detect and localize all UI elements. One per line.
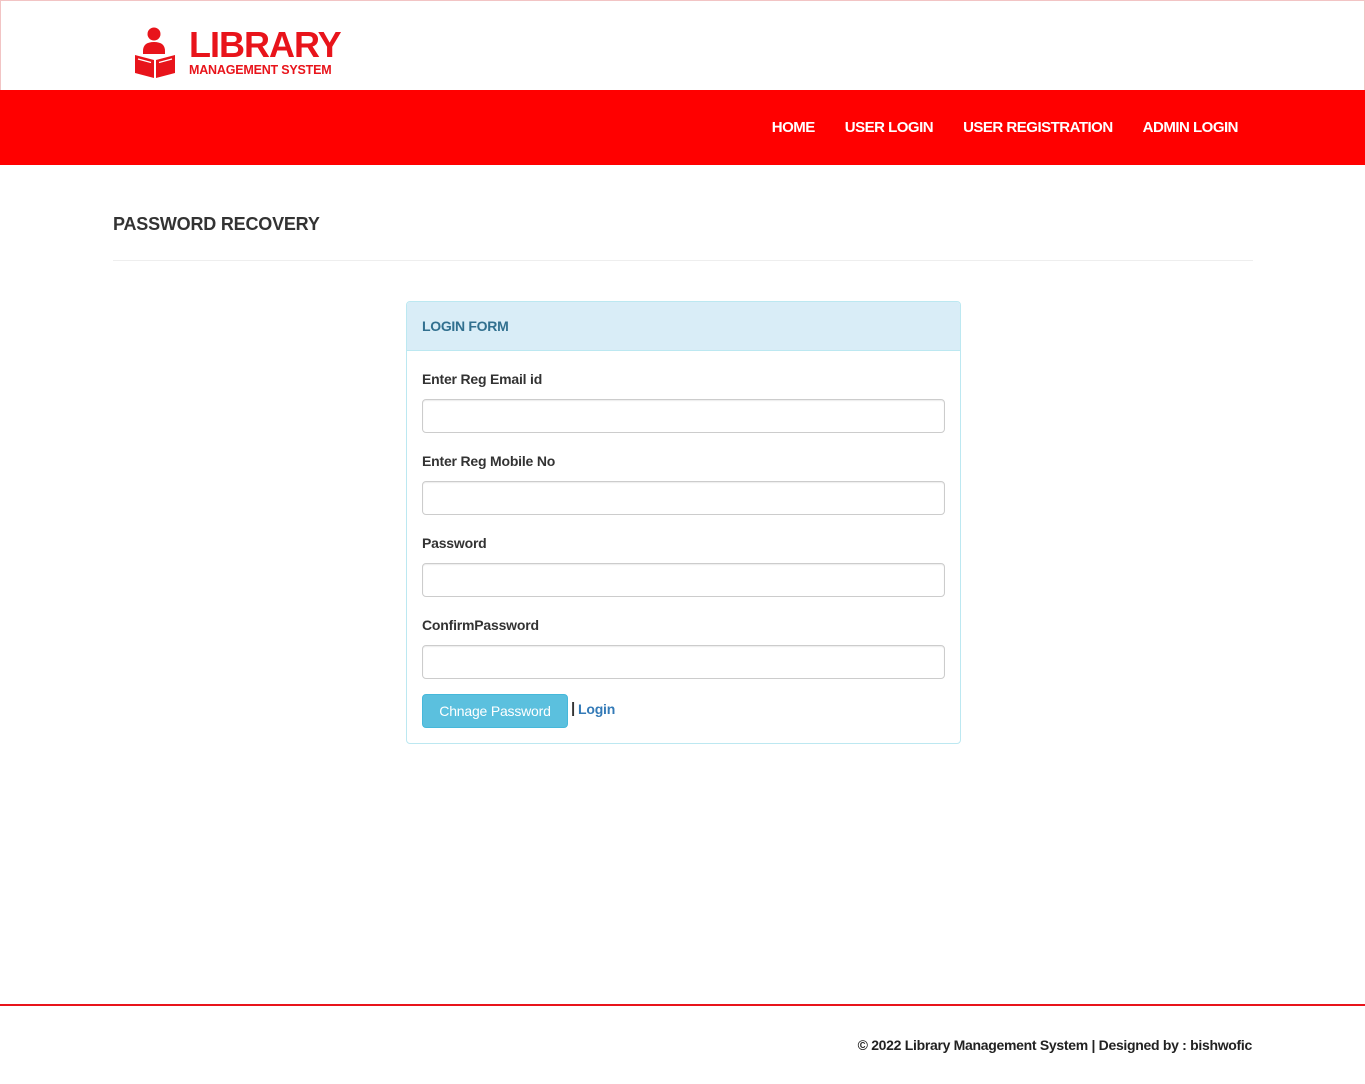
- footer-copyright: © 2022 Library Management System | Desig…: [857, 1037, 1253, 1053]
- panel-heading: LOGIN FORM: [407, 302, 960, 351]
- link-separator: |: [571, 700, 576, 717]
- recovery-panel: LOGIN FORM Enter Reg Email id Enter Reg …: [406, 301, 961, 744]
- nav-home[interactable]: HOME: [772, 119, 816, 136]
- panel-heading-text: LOGIN FORM: [422, 318, 509, 334]
- nav-admin-login[interactable]: ADMIN LOGIN: [1143, 119, 1239, 136]
- email-label: Enter Reg Email id: [422, 371, 543, 387]
- password-field[interactable]: [422, 563, 945, 597]
- confirm-password-field[interactable]: [422, 645, 945, 679]
- email-field[interactable]: [422, 399, 945, 433]
- reader-book-icon: [135, 27, 175, 78]
- password-label: Password: [422, 535, 487, 551]
- mobile-field[interactable]: [422, 481, 945, 515]
- brand-title: LIBRARY: [189, 24, 342, 65]
- nav-menu: HOME USER LOGIN USER REGISTRATION ADMIN …: [772, 90, 1239, 165]
- nav-user-login[interactable]: USER LOGIN: [845, 119, 934, 136]
- footer-divider: [0, 1004, 1365, 1006]
- login-link[interactable]: Login: [578, 701, 615, 717]
- nav-user-registration[interactable]: USER REGISTRATION: [963, 119, 1113, 136]
- title-divider: [113, 260, 1253, 261]
- brand-subtitle: MANAGEMENT SYSTEM: [189, 63, 332, 77]
- mobile-label: Enter Reg Mobile No: [422, 453, 556, 469]
- main-navbar: HOME USER LOGIN USER REGISTRATION ADMIN …: [0, 90, 1365, 165]
- site-header: LIBRARY MANAGEMENT SYSTEM: [0, 0, 1365, 90]
- change-password-button[interactable]: Chnage Password: [422, 694, 568, 728]
- site-logo[interactable]: LIBRARY MANAGEMENT SYSTEM: [134, 24, 342, 79]
- page-title: PASSWORD RECOVERY: [113, 214, 320, 234]
- confirm-password-label: ConfirmPassword: [422, 617, 539, 633]
